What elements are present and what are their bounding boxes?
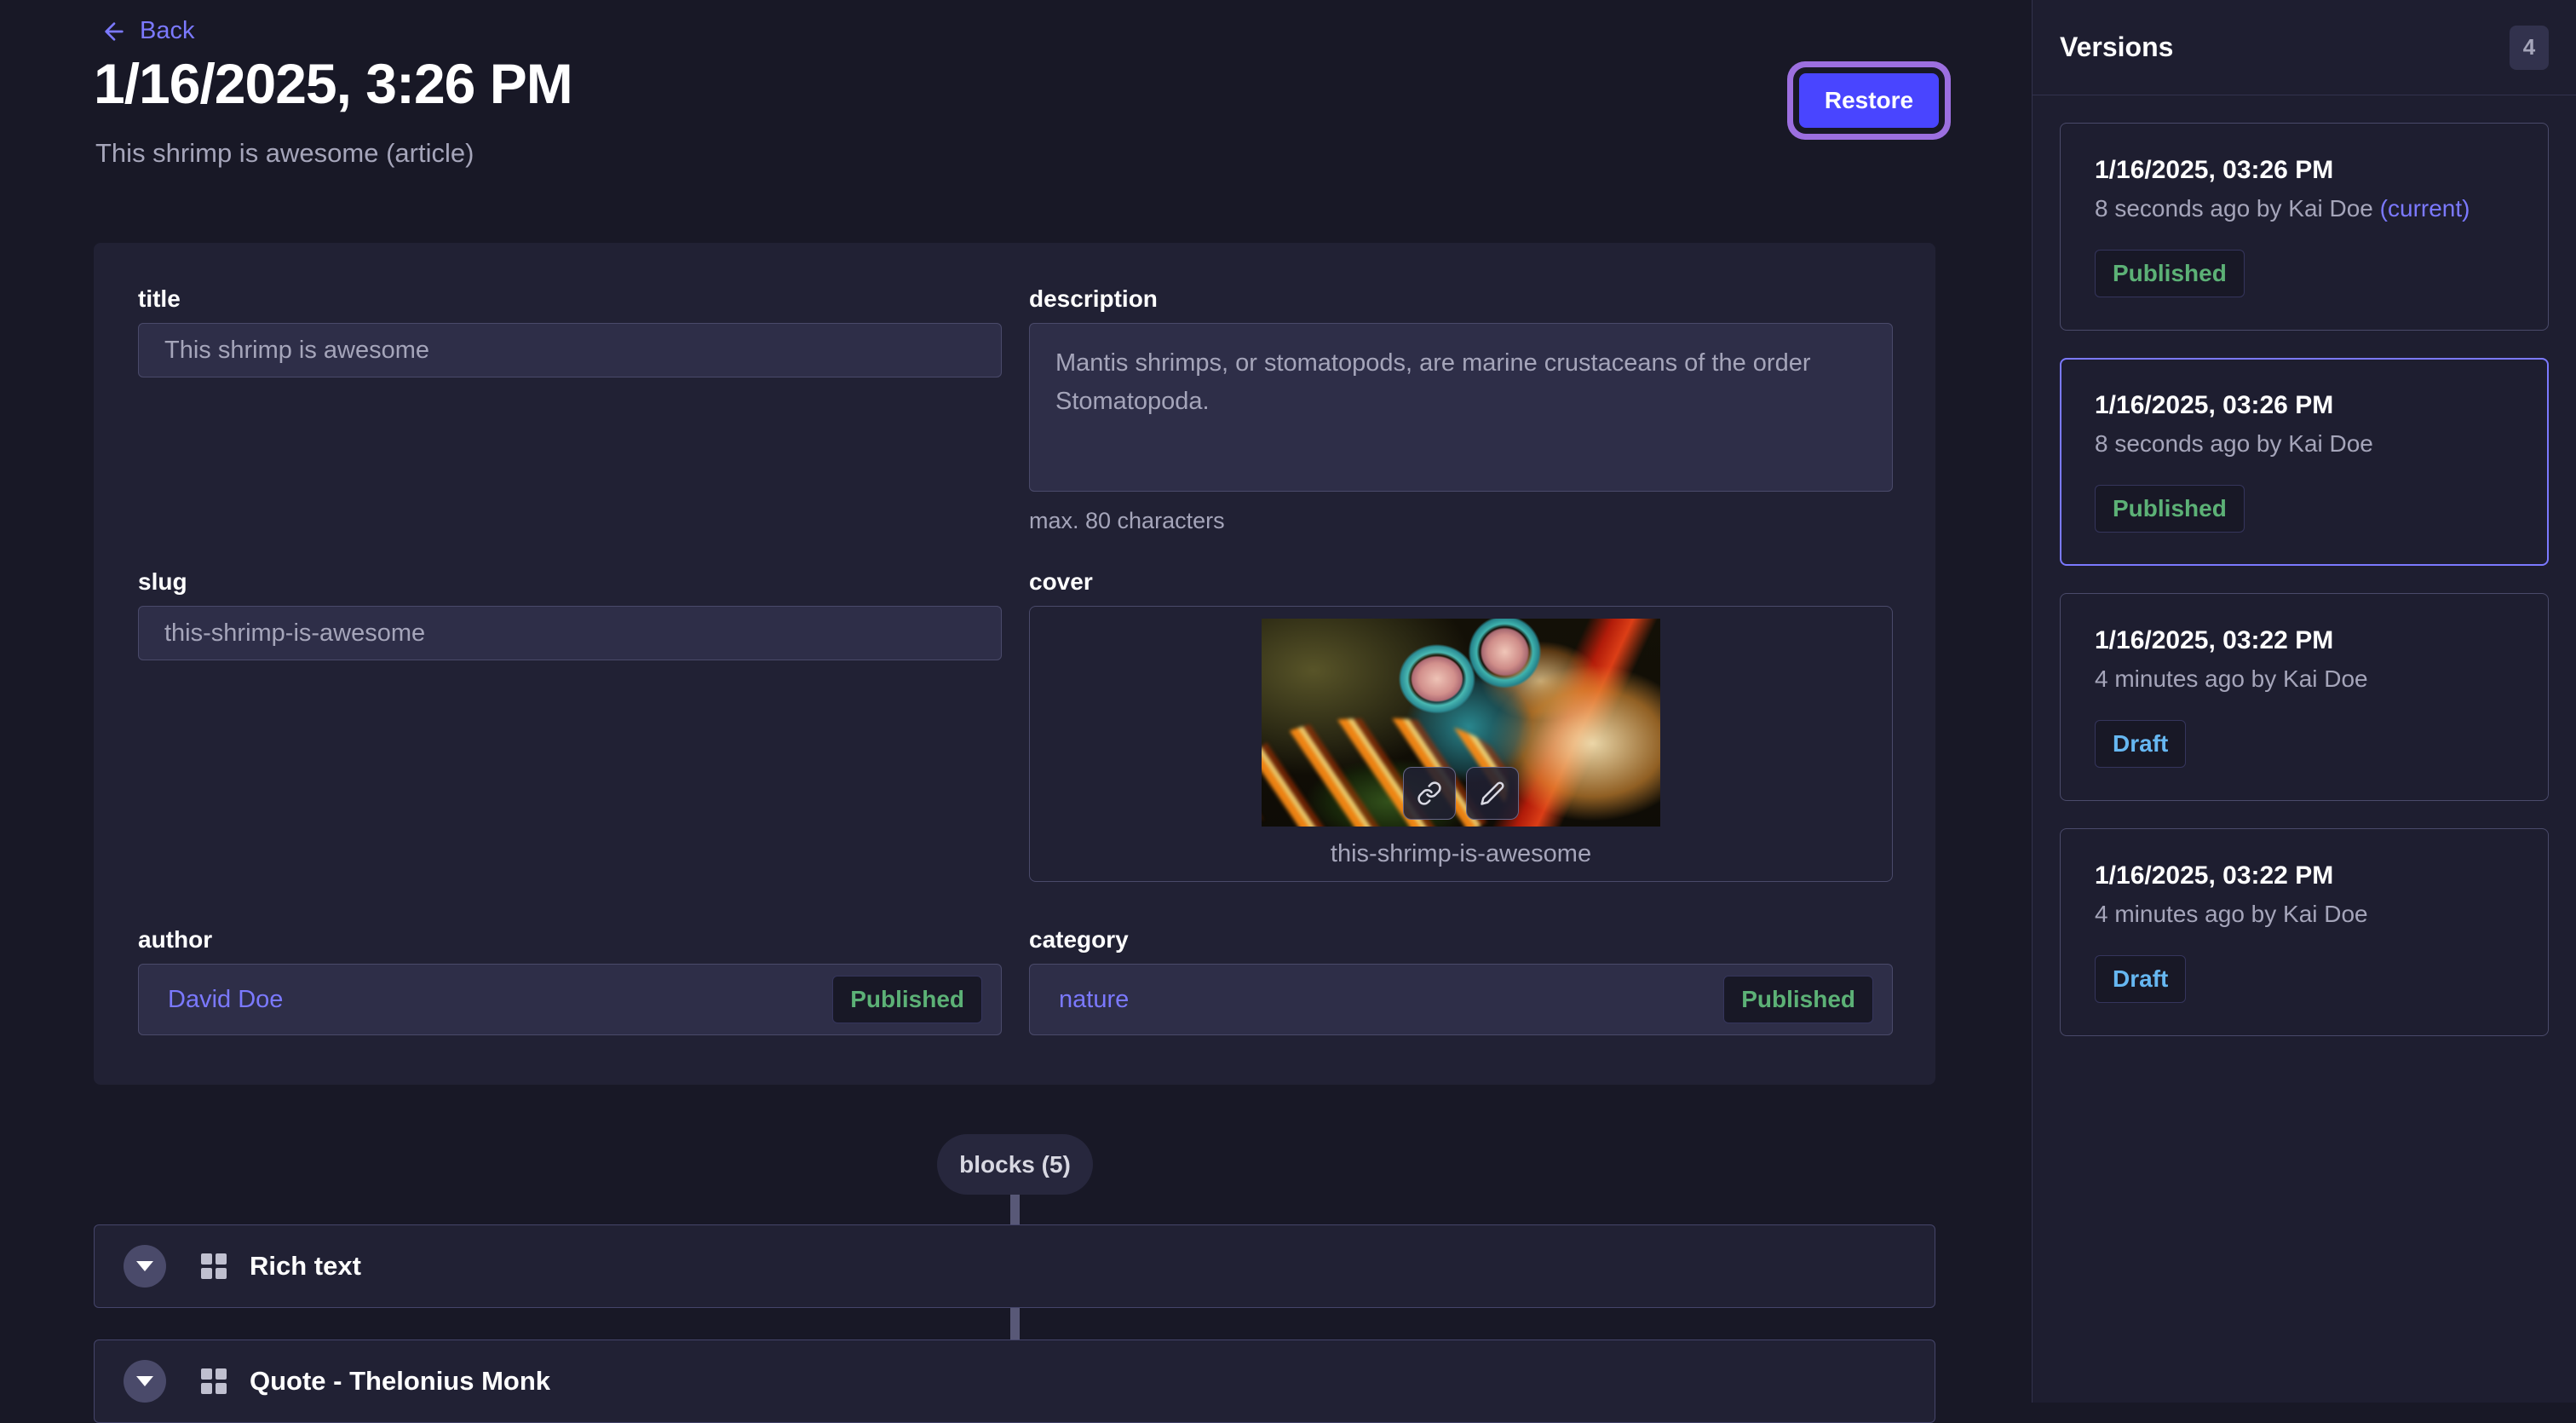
category-relation-link[interactable]: nature (1059, 986, 1129, 1014)
version-date: 1/16/2025, 03:22 PM (2095, 861, 2514, 890)
version-status-badge: Draft (2095, 720, 2186, 768)
back-arrow-icon (101, 18, 128, 45)
field-category: category nature Published (1029, 926, 1893, 1040)
field-title-label: title (138, 285, 1002, 313)
chevron-down-icon (136, 1261, 153, 1271)
field-cover: cover (1029, 568, 1893, 872)
description-hint: max. 80 characters (1029, 508, 1893, 534)
drag-handle-icon[interactable] (198, 1251, 229, 1282)
category-status-badge: Published (1723, 976, 1873, 1023)
accordion-label: Rich text (250, 1251, 361, 1282)
page-subtitle: This shrimp is awesome (article) (95, 138, 474, 169)
field-slug: slug (138, 568, 1002, 872)
link-icon (1417, 781, 1442, 806)
page-title: 1/16/2025, 3:26 PM (94, 51, 572, 116)
cover-filename: this-shrimp-is-awesome (1331, 840, 1591, 868)
author-status-badge: Published (832, 976, 982, 1023)
cover-image (1262, 619, 1660, 827)
version-card-selected[interactable]: 1/16/2025, 03:26 PM 8 seconds ago by Kai… (2060, 358, 2549, 566)
accordion-toggle-button[interactable] (124, 1360, 166, 1403)
version-meta: 8 seconds ago by Kai Doe (2095, 430, 2514, 458)
blocks-connector-line (1010, 1195, 1020, 1224)
versions-list: 1/16/2025, 03:26 PM 8 seconds ago by Kai… (2033, 95, 2576, 1063)
version-date: 1/16/2025, 03:22 PM (2095, 626, 2514, 655)
restore-button[interactable]: Restore (1799, 73, 1939, 128)
author-relation-link[interactable]: David Doe (168, 986, 283, 1014)
version-current-tag: (current) (2380, 195, 2470, 222)
version-date: 1/16/2025, 03:26 PM (2095, 391, 2514, 420)
version-status-badge: Published (2095, 250, 2245, 297)
versions-count-badge: 4 (2510, 26, 2549, 70)
field-description: description Mantis shrimps, or stomatopo… (1029, 285, 1893, 514)
version-status-badge: Published (2095, 485, 2245, 533)
cover-edit-button[interactable] (1466, 767, 1519, 820)
field-title: title (138, 285, 1002, 514)
versions-header: Versions 4 (2033, 0, 2576, 95)
drag-handle-icon[interactable] (198, 1366, 229, 1397)
version-meta: 4 minutes ago by Kai Doe (2095, 665, 2514, 693)
blocks-count-pill: blocks (5) (937, 1134, 1093, 1195)
author-relation-box: David Doe Published (138, 964, 1002, 1035)
version-card[interactable]: 1/16/2025, 03:22 PM 4 minutes ago by Kai… (2060, 593, 2549, 801)
chevron-down-icon (136, 1376, 153, 1386)
version-form-card: title description Mantis shrimps, or sto… (94, 243, 1935, 1085)
category-relation-box: nature Published (1029, 964, 1893, 1035)
field-author: author David Doe Published (138, 926, 1002, 1040)
main-content: Back 1/16/2025, 3:26 PM This shrimp is a… (0, 0, 2032, 1403)
version-card[interactable]: 1/16/2025, 03:26 PM 8 seconds ago by Kai… (2060, 123, 2549, 331)
version-date: 1/16/2025, 03:26 PM (2095, 156, 2514, 185)
slug-input[interactable] (138, 606, 1002, 660)
version-card[interactable]: 1/16/2025, 03:22 PM 4 minutes ago by Kai… (2060, 828, 2549, 1036)
cover-copy-link-button[interactable] (1403, 767, 1456, 820)
field-description-label: description (1029, 285, 1893, 313)
versions-title: Versions (2060, 32, 2173, 63)
field-author-label: author (138, 926, 1002, 953)
version-meta: 8 seconds ago by Kai Doe (current) (2095, 195, 2514, 222)
field-category-label: category (1029, 926, 1893, 953)
accordion-toggle-button[interactable] (124, 1245, 166, 1288)
title-input[interactable] (138, 323, 1002, 377)
cover-box: this-shrimp-is-awesome (1029, 606, 1893, 882)
accordion-label: Quote - Thelonius Monk (250, 1366, 550, 1397)
back-link[interactable]: Back (101, 17, 194, 45)
pencil-icon (1480, 781, 1505, 806)
block-accordion-quote[interactable]: Quote - Thelonius Monk (94, 1339, 1935, 1423)
blocks-connector-line (1010, 1308, 1020, 1339)
field-slug-label: slug (138, 568, 1002, 596)
version-status-badge: Draft (2095, 955, 2186, 1003)
back-label: Back (140, 17, 194, 45)
versions-sidebar: Versions 4 1/16/2025, 03:26 PM 8 seconds… (2032, 0, 2576, 1403)
field-cover-label: cover (1029, 568, 1893, 596)
description-textarea[interactable]: Mantis shrimps, or stomatopods, are mari… (1029, 323, 1893, 492)
version-meta: 4 minutes ago by Kai Doe (2095, 901, 2514, 928)
block-accordion-rich-text[interactable]: Rich text (94, 1224, 1935, 1308)
